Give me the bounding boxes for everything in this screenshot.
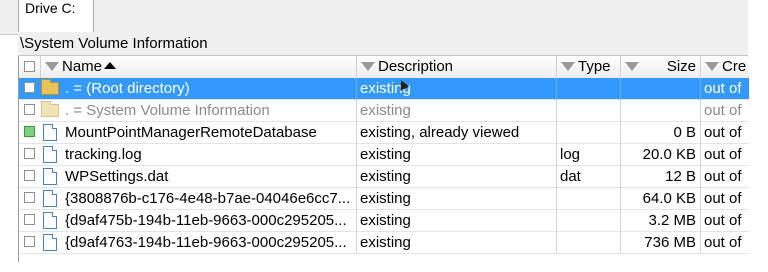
folder-icon [41,101,59,117]
filter-icon[interactable] [705,61,719,71]
row-checkbox[interactable] [24,236,35,247]
cell-name: WPSettings.dat [62,166,357,188]
cell-size: 12 B [621,166,701,188]
row-checkbox[interactable] [24,148,35,159]
file-icon [43,212,57,229]
tab-drive-c[interactable]: Drive C: [18,0,94,32]
cell-type: dat [557,166,621,188]
cell-size: 64.0 KB [621,188,701,210]
cell-type [557,188,621,210]
cell-name: {d9af4763-194b-11eb-9663-000c295205... [62,232,357,254]
cell-description: existing [357,210,557,232]
column-header-name[interactable]: Name [41,56,357,78]
file-icon [43,190,57,207]
cell-size [621,78,701,100]
cell-name: {d9af475b-194b-11eb-9663-000c295205... [62,210,357,232]
row-checkbox[interactable] [24,192,35,203]
select-all-header[interactable] [19,56,41,78]
cell-created: out of [704,124,742,141]
tab-strip: Drive C: [0,0,748,35]
cell-type [557,232,621,254]
cell-description: existing, already viewed [357,122,557,144]
cell-created: out of [704,234,742,251]
file-icon [43,168,57,185]
row-checkbox[interactable] [24,170,35,181]
filter-icon[interactable] [561,61,575,71]
cell-created: out of [704,102,742,119]
filter-icon[interactable] [625,61,639,71]
cell-size: 3.2 MB [621,210,701,232]
table-row[interactable]: WPSettings.dat existing dat 12 Bout of [19,166,749,188]
column-header-row: Name Description Type Size Cre [19,56,749,79]
filter-icon[interactable] [45,61,59,71]
column-header-description-label: Description [378,58,454,75]
cell-description: existing [357,144,557,166]
cell-created: out of [704,80,742,97]
column-header-created[interactable]: Cre [701,56,749,78]
table-row[interactable]: . = System Volume Information existing out… [19,100,749,122]
cell-name: . = System Volume Information [62,100,357,122]
row-checkbox[interactable] [24,126,35,137]
cell-description: existing [357,78,557,100]
column-header-type[interactable]: Type [557,56,621,78]
cell-type: log [557,144,621,166]
cell-description: existing [357,188,557,210]
cell-type [557,100,621,122]
cell-size [621,100,701,122]
cell-type [557,210,621,232]
file-icon [43,124,57,141]
file-icon [43,146,57,163]
table-row[interactable]: {d9af4763-194b-11eb-9663-000c295205... ex… [19,232,749,254]
file-list[interactable]: Name Description Type Size Cre . = (Root… [18,56,749,262]
table-row[interactable]: {3808876b-c176-4e48-b7ae-04046e6cc7... ex… [19,188,749,210]
table-row[interactable]: . = (Root directory) existing out of [19,78,749,100]
folder-icon [41,79,59,95]
row-checkbox[interactable] [24,104,35,115]
cell-created: out of [704,212,742,229]
sort-ascending-icon [104,61,117,69]
column-header-type-label: Type [578,58,611,75]
cell-name: MountPointManagerRemoteDatabase [62,122,357,144]
cell-type [557,122,621,144]
cell-name: . = (Root directory) [62,78,357,100]
column-header-name-label: Name [62,58,103,75]
cell-description: existing [357,166,557,188]
cell-type [557,78,621,100]
column-header-description[interactable]: Description [357,56,557,78]
row-checkbox[interactable] [24,82,35,93]
table-row[interactable]: {d9af475b-194b-11eb-9663-000c295205... ex… [19,210,749,232]
cell-name: {3808876b-c176-4e48-b7ae-04046e6cc7... [62,188,357,210]
cell-size: 0 B [621,122,701,144]
column-header-size[interactable]: Size [621,56,701,78]
row-checkbox[interactable] [24,214,35,225]
column-header-created-label: Cre [722,58,747,75]
cell-created: out of [704,190,742,207]
cell-created: out of [704,146,742,163]
file-icon [43,234,57,251]
column-header-size-label: Size [666,58,696,75]
cell-name: tracking.log [62,144,357,166]
table-row[interactable]: MountPointManagerRemoteDatabase existing,… [19,122,749,144]
cell-size: 736 MB [621,232,701,254]
path-bar: \System Volume Information [18,34,748,56]
cell-created: out of [704,168,742,185]
filter-icon[interactable] [361,61,375,71]
select-all-checkbox[interactable] [24,61,35,72]
cell-description: existing [357,100,557,122]
cell-size: 20.0 KB [621,144,701,166]
table-row[interactable]: tracking.log existing log 20.0 KB out of [19,144,749,166]
cell-description: existing [357,232,557,254]
